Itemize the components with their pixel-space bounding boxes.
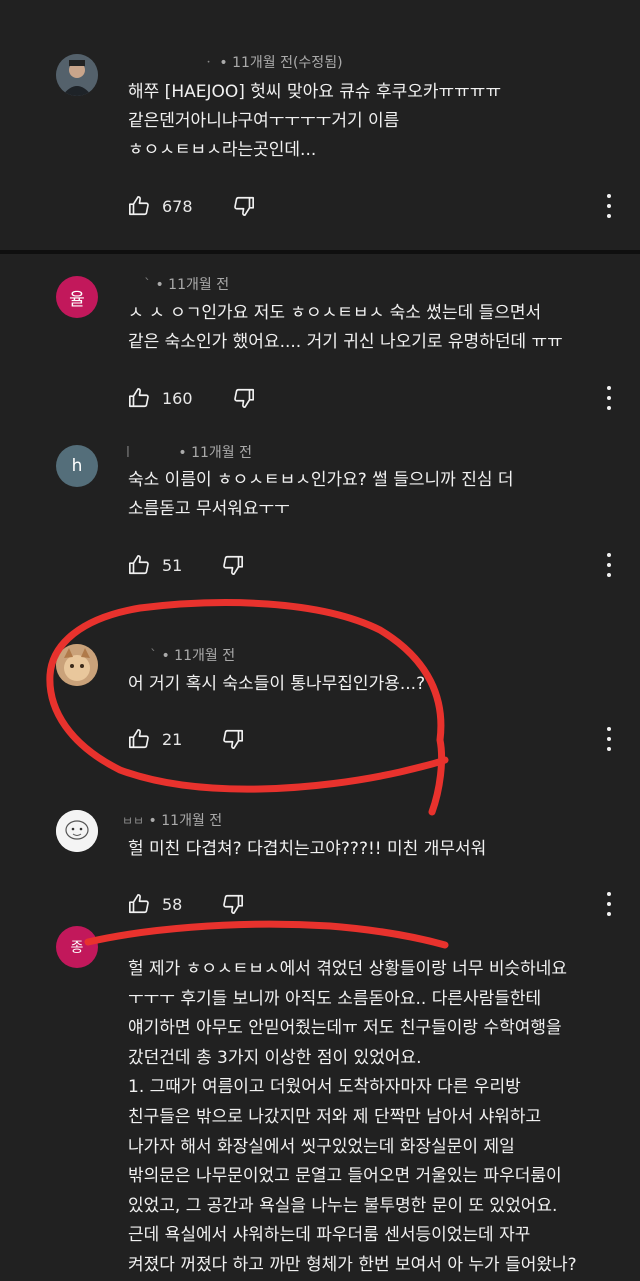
author-name[interactable]: ˋ (150, 648, 157, 664)
more-vert-icon[interactable] (600, 191, 618, 221)
dislike-button[interactable] (222, 728, 244, 750)
comment-meta: ˋ • 11개월 전 (122, 645, 235, 665)
like-button[interactable]: 160 (128, 387, 193, 409)
comment-meta: ㅂㅂ • 11개월 전 (122, 810, 222, 830)
comment-text: 헐 미친 다겹쳐? 다겹치는고야???!! 미친 개무서워 (128, 839, 487, 859)
thumbs-up-icon (129, 729, 149, 749)
like-count: 678 (162, 196, 193, 216)
avatar-drawing (56, 810, 98, 852)
like-count: 58 (162, 894, 183, 914)
dislike-button[interactable] (233, 195, 255, 217)
comment-text: 헐 제가 ㅎㅇㅅㅌㅂㅅ에서 겪었던 상황들이랑 너무 비슷하네요 ㅜㅜㅜ 후기들… (128, 959, 577, 1275)
comment-text: 숙소 이름이 ㅎㅇㅅㅌㅂㅅ인가요? 썰 들으니까 진심 더 소름돋고 무서워요ㅜ… (128, 470, 514, 519)
more-vert-icon[interactable] (600, 550, 618, 580)
comment-meta: l • 11개월 전 (122, 442, 252, 462)
thumbs-down-icon (223, 894, 244, 914)
author-name[interactable]: ㅂㅂ (122, 812, 144, 829)
avatar-photo (56, 644, 98, 686)
author-name[interactable]: ˋ (144, 277, 151, 293)
author-name[interactable]: ㆍ (202, 52, 215, 72)
bullet: • (178, 445, 187, 461)
red-underline-annotation (84, 920, 449, 949)
avatar[interactable]: 율 (56, 276, 98, 318)
thumbs-up-icon (129, 555, 149, 575)
comment-meta: ㆍ • 11개월 전(수정됨) (122, 52, 343, 72)
timestamp: 11개월 전 (174, 648, 236, 664)
dislike-button[interactable] (222, 554, 244, 576)
comment-text: ㅅ ㅅ ㅇㄱ인가요 저도 ㅎㅇㅅㅌㅂㅅ 숙소 썼는데 들으면서 같은 숙소인가 … (128, 303, 563, 352)
timestamp: 11개월 전 (168, 277, 230, 293)
bullet: • (155, 277, 164, 293)
like-count: 160 (162, 388, 193, 408)
like-count: 21 (162, 729, 183, 749)
author-name[interactable]: l (126, 445, 130, 461)
avatar[interactable] (56, 644, 98, 686)
dislike-button[interactable] (233, 387, 255, 409)
avatar[interactable] (56, 810, 98, 852)
avatar[interactable] (56, 54, 98, 96)
avatar[interactable]: 종 (56, 926, 98, 968)
more-vert-icon[interactable] (600, 383, 618, 413)
avatar[interactable]: h (56, 445, 98, 487)
comment-text: 해쭈 [HAEJOO] 헛씨 맞아요 큐슈 후쿠오카ㅠㅠㅠㅠ 같은덴거아니냐구여… (128, 82, 502, 160)
like-button[interactable]: 678 (128, 195, 193, 217)
comment-actions: 678 (128, 191, 255, 221)
like-count: 51 (162, 555, 183, 575)
thumbs-down-icon (223, 729, 244, 749)
thumbs-down-icon (233, 388, 254, 408)
timestamp: 11개월 전 (161, 813, 223, 829)
avatar-letter: 율 (69, 289, 85, 310)
thumbs-up-icon (129, 196, 149, 216)
thumbs-down-icon (233, 196, 254, 216)
comment-text: 어 거기 혹시 숙소들이 통나무집인가용...? (128, 674, 426, 694)
comment-meta: ˋ • 11개월 전 (122, 274, 229, 294)
like-button[interactable]: 21 (128, 728, 182, 750)
thumbs-down-icon (223, 555, 244, 575)
avatar-letter: h (71, 456, 83, 476)
comment-actions: 58 (128, 889, 244, 919)
thumbs-up-icon (129, 388, 149, 408)
avatar-letter: 종 (70, 940, 84, 956)
bullet: • (161, 648, 170, 664)
timestamp: 11개월 전(수정됨) (232, 55, 343, 71)
like-button[interactable]: 58 (128, 893, 182, 915)
comment-actions: 160 (128, 383, 255, 413)
more-vert-icon[interactable] (600, 889, 618, 919)
divider (0, 250, 640, 254)
thumbs-up-icon (129, 894, 149, 914)
comment-actions: 51 (128, 550, 244, 580)
like-button[interactable]: 51 (128, 554, 182, 576)
dislike-button[interactable] (222, 893, 244, 915)
red-circle-annotation (46, 599, 449, 816)
bullet: • (219, 55, 233, 71)
avatar-photo (56, 54, 98, 96)
comment-actions: 21 (128, 724, 244, 754)
more-vert-icon[interactable] (600, 724, 618, 754)
timestamp: 11개월 전 (191, 445, 252, 461)
bullet: • (148, 813, 157, 829)
